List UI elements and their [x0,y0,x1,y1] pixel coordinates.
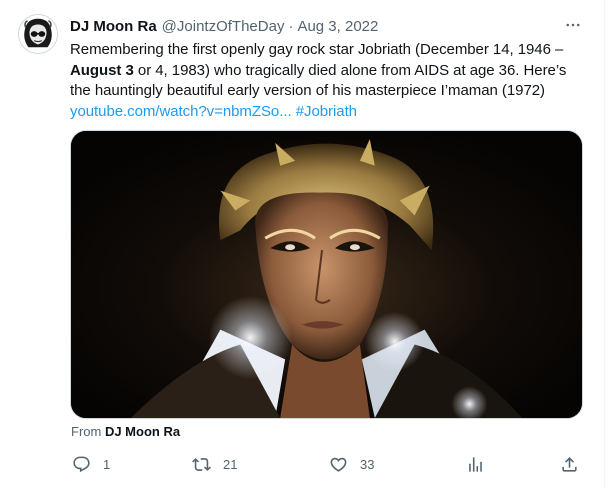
action-bar: 1 21 33 [64,448,594,480]
tweet-text-part2: or 4, 1983) who tragically died alone fr… [70,61,567,100]
analytics-button[interactable] [466,448,485,480]
tweet-card[interactable]: DJ Moon Ra @JointzOfTheDay · Aug 3, 2022… [0,0,605,489]
youtube-link[interactable]: youtube.com/watch?v=nbmZSo... [70,103,292,120]
share-button[interactable] [560,448,579,480]
like-button[interactable]: 33 [329,448,374,480]
from-name[interactable]: DJ Moon Ra [105,424,180,439]
tweet-text-part1: Remembering the first openly gay rock st… [70,41,564,58]
reply-button[interactable]: 1 [72,448,110,480]
reply-icon [72,455,91,474]
like-count: 33 [360,456,375,472]
from-attribution: From DJ Moon Ra [71,424,180,439]
tweet-text-bold: August 3 [70,61,134,79]
retweet-button[interactable]: 21 [192,448,237,480]
more-icon[interactable] [560,14,586,36]
retweet-icon [192,455,211,474]
tweet-date[interactable]: Aug 3, 2022 [297,18,378,35]
retweet-count: 21 [223,456,238,472]
tweet-header: DJ Moon Ra @JointzOfTheDay · Aug 3, 2022 [70,15,378,37]
from-label: From [71,424,105,439]
hashtag-link[interactable]: #Jobriath [296,103,357,120]
like-icon [329,455,348,474]
separator-dot: · [288,17,294,35]
author-handle[interactable]: @JointzOfTheDay [162,18,285,35]
reply-count: 1 [103,456,111,472]
avatar[interactable] [18,14,58,54]
share-icon [560,455,579,474]
author-name[interactable]: DJ Moon Ra [70,18,157,35]
tweet-media-image[interactable] [70,130,583,419]
analytics-icon [466,455,485,474]
tweet-text: Remembering the first openly gay rock st… [70,40,590,122]
